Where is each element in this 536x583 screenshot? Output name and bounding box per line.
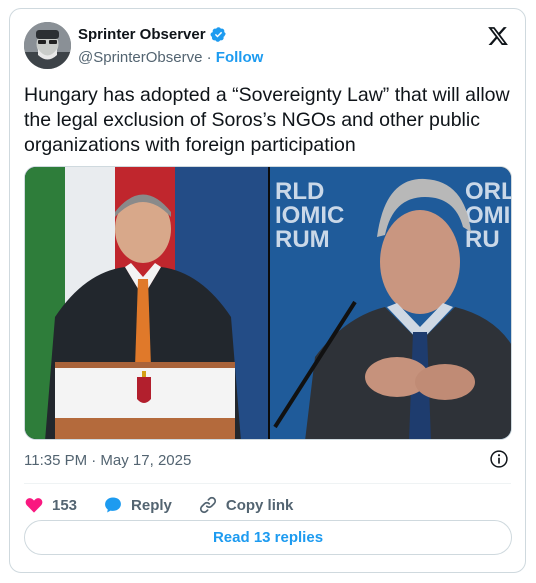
avatar-image: [24, 22, 71, 69]
verified-badge-icon: [210, 27, 226, 42]
x-logo-icon[interactable]: [487, 25, 509, 47]
display-name[interactable]: Sprinter Observer: [78, 26, 206, 43]
follow-button[interactable]: Follow: [216, 49, 264, 66]
info-icon[interactable]: [489, 449, 509, 469]
link-icon: [199, 496, 216, 514]
reply-label: Reply: [131, 496, 172, 514]
reply-bubble-icon: [105, 497, 121, 513]
like-count: 153: [52, 496, 78, 514]
heart-icon: [25, 498, 43, 513]
user-handle[interactable]: @SprinterObserve: [78, 49, 202, 66]
action-bar: 153 Reply Copy link: [24, 489, 319, 521]
tweet-media[interactable]: RLD IOMIC RUM ORL OMI RU: [24, 166, 512, 440]
copy-link-button[interactable]: Copy link: [198, 495, 294, 515]
svg-text:RUM: RUM: [275, 226, 330, 253]
tweet-text: Hungary has adopted a “Sovereignty Law” …: [24, 84, 510, 156]
divider: [24, 483, 511, 484]
tweet-card[interactable]: Sprinter Observer @SprinterObserve · Fol…: [9, 8, 526, 573]
separator: ·: [206, 49, 212, 66]
svg-text:OMI: OMI: [465, 202, 510, 229]
author-name-row[interactable]: Sprinter Observer: [78, 26, 227, 43]
svg-text:ORL: ORL: [465, 178, 512, 205]
reply-button[interactable]: Reply: [103, 495, 172, 515]
like-button[interactable]: 153: [24, 495, 77, 515]
handle-row: @SprinterObserve · Follow: [78, 49, 263, 66]
svg-text:IOMIC: IOMIC: [275, 202, 344, 229]
copy-link-label: Copy link: [225, 496, 294, 514]
media-photo: RLD IOMIC RUM ORL OMI RU: [25, 167, 512, 439]
tweet-timestamp[interactable]: 11:35 PM · May 17, 2025: [24, 452, 191, 469]
read-replies-button[interactable]: Read 13 replies: [24, 520, 512, 555]
avatar[interactable]: [24, 22, 71, 69]
svg-text:RLD: RLD: [275, 178, 324, 205]
